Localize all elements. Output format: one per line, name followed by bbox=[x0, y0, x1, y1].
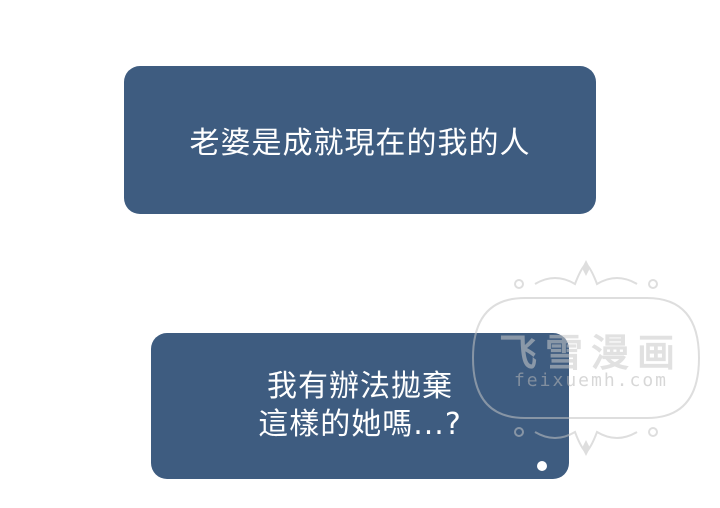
caption-text-line-1: 我有辦法拋棄 bbox=[267, 369, 453, 404]
caption-text-line-2: 這樣的她嗎...? bbox=[258, 407, 462, 442]
caption-text: 老婆是成就現在的我的人 bbox=[189, 126, 531, 161]
watermark: 飞雪漫画 feixuemh.com bbox=[455, 258, 717, 460]
speech-bubble-tail bbox=[537, 461, 547, 471]
watermark-url: feixuemh.com bbox=[513, 370, 669, 391]
caption-box-top: 老婆是成就現在的我的人 bbox=[124, 66, 596, 214]
watermark-title: 飞雪漫画 bbox=[498, 331, 683, 375]
